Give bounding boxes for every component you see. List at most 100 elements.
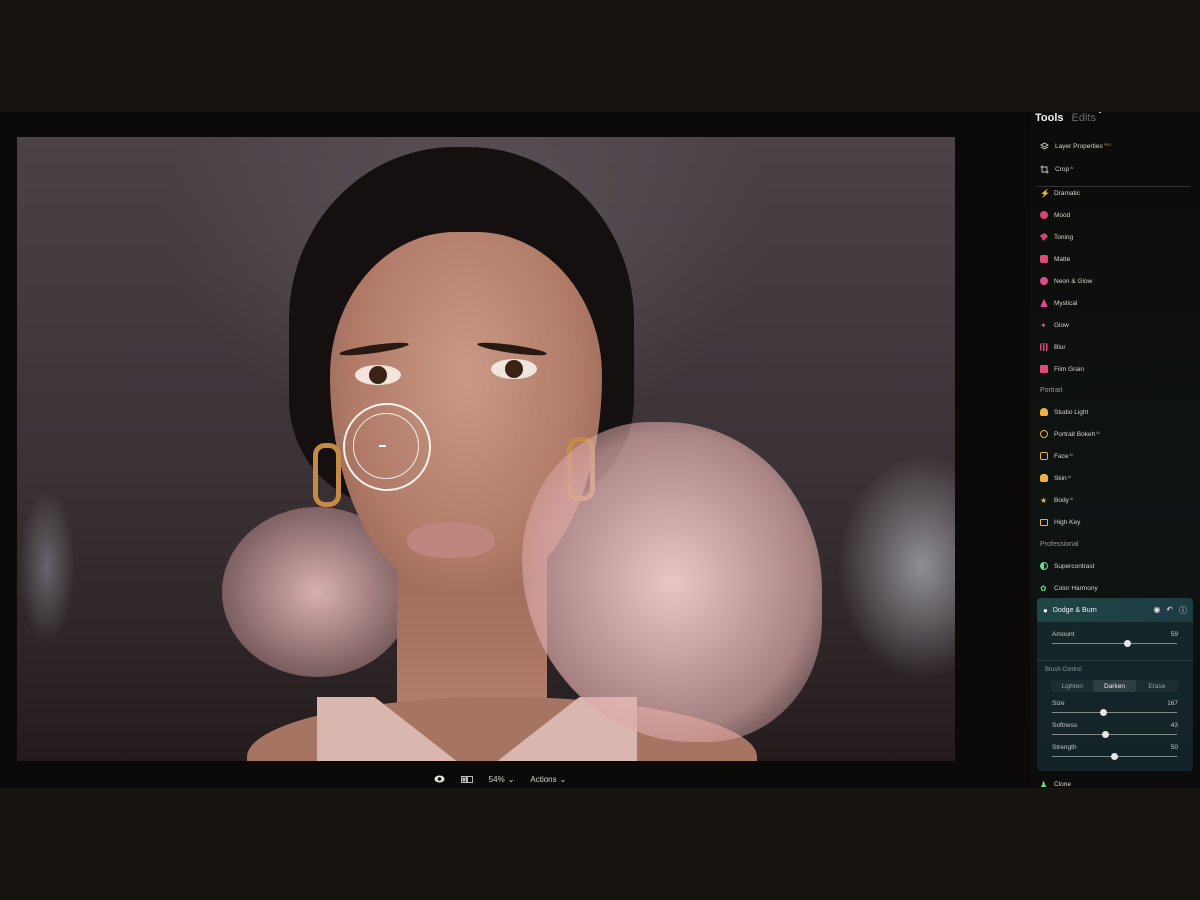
amount-slider[interactable] — [1052, 640, 1177, 647]
amount-label: Amount — [1052, 631, 1075, 638]
sidebar-item-label: Crop — [1055, 165, 1070, 173]
mode-darken[interactable]: Darken — [1093, 680, 1136, 692]
sidebar-item-supercontrast[interactable]: Supercontrast — [1040, 558, 1094, 574]
softness-label: Softness — [1052, 722, 1078, 729]
sidebar-item-film-grain[interactable]: Film Grain — [1040, 361, 1084, 377]
info-icon[interactable]: ⓘ — [1179, 605, 1187, 616]
sidebar-item-label: Body — [1054, 496, 1069, 504]
bokeh-icon — [1040, 430, 1048, 438]
sidebar-item-label: Color Harmony — [1054, 584, 1098, 592]
ai-badge: AI — [1069, 452, 1073, 457]
high-key-icon — [1040, 518, 1048, 526]
panel-title: ● Dodge & Burn — [1037, 606, 1153, 615]
chevron-down-icon: ⌄ — [507, 774, 515, 784]
sidebar-item-label: Dramatic — [1054, 189, 1081, 197]
actions-dropdown[interactable]: Actions ⌄ — [530, 775, 566, 784]
layers-icon — [1040, 141, 1049, 150]
edits-indicator-dot — [1098, 112, 1101, 113]
sidebar-item-label: Mood — [1054, 211, 1071, 219]
sidebar-item-label: High Key — [1054, 518, 1081, 526]
sidebar-item-portrait-bokeh[interactable]: Portrait BokehAI — [1040, 426, 1100, 442]
eye-icon — [434, 775, 445, 783]
body-icon: ★ — [1040, 495, 1048, 505]
size-slider[interactable] — [1052, 709, 1177, 716]
photo-earring-left — [313, 443, 341, 507]
blur-icon — [1040, 343, 1048, 351]
strength-slider-thumb[interactable] — [1111, 753, 1118, 760]
sidebar-item-blur[interactable]: Blur — [1040, 339, 1066, 355]
sidebar-item-label: Clone — [1054, 780, 1071, 788]
sidebar-item-label: Skin — [1054, 474, 1067, 482]
tab-edits[interactable]: Edits — [1072, 112, 1101, 124]
preview-toggle[interactable] — [434, 775, 445, 783]
film-grain-icon — [1040, 365, 1048, 373]
brush-mode-selector: Lighten Darken Erase — [1051, 680, 1178, 692]
strength-label: Strength — [1052, 744, 1077, 751]
dodge-burn-panel: ● Dodge & Burn ◉ ↶ ⓘ Amount 59 Brush Con… — [1037, 598, 1193, 771]
sidebar-item-mystical[interactable]: Mystical — [1040, 295, 1077, 311]
sidebar-item-label: Glow — [1054, 321, 1069, 329]
sidebar-item-dramatic[interactable]: ⚡ Dramatic — [1040, 185, 1080, 201]
photo-lips — [407, 522, 495, 558]
sidebar-item-label: Layer Properties — [1055, 142, 1103, 150]
clone-icon: ♟ — [1040, 779, 1048, 789]
photo-eye-left — [355, 365, 401, 385]
pro-badge: PRO — [1103, 142, 1112, 147]
zoom-dropdown[interactable]: 54% ⌄ — [489, 775, 515, 784]
mode-lighten[interactable]: Lighten — [1051, 680, 1093, 692]
compare-button[interactable] — [460, 775, 473, 783]
sidebar-item-label: Face — [1054, 452, 1069, 460]
mode-erase[interactable]: Erase — [1136, 680, 1178, 692]
bolt-icon: ⚡ — [1040, 188, 1050, 198]
undo-icon[interactable]: ↶ — [1166, 605, 1173, 616]
sidebar-item-clone[interactable]: ♟ Clone — [1040, 776, 1071, 789]
sidebar-item-matte[interactable]: Matte — [1040, 251, 1070, 267]
ai-badge: AI — [1070, 165, 1074, 170]
photo-canvas[interactable] — [17, 137, 955, 761]
sidebar-item-studio-light[interactable]: Studio Light — [1040, 404, 1088, 420]
section-label-professional: Professional — [1040, 541, 1079, 548]
sidebar-item-label: Toning — [1054, 233, 1074, 241]
sidebar-item-mood[interactable]: Mood — [1040, 207, 1070, 223]
sidebar-item-label: Neon & Glow — [1054, 277, 1093, 285]
brush-control-label: Brush Control — [1045, 667, 1082, 673]
sidebar-item-label: Matte — [1054, 255, 1071, 263]
photo-eye-right — [491, 359, 537, 379]
sidebar-item-label: Studio Light — [1054, 408, 1089, 416]
size-label: Size — [1052, 700, 1065, 707]
strength-slider[interactable] — [1052, 753, 1177, 760]
glow-icon: ✦ — [1040, 320, 1047, 330]
softness-slider[interactable] — [1052, 731, 1177, 738]
section-label-portrait: Portrait — [1040, 387, 1063, 394]
mystical-icon — [1040, 299, 1048, 307]
skin-icon — [1040, 474, 1048, 482]
sidebar-item-body[interactable]: ★ BodyAI — [1040, 492, 1073, 508]
sidebar-tabs: Tools Edits — [1035, 112, 1101, 124]
sidebar-item-skin[interactable]: SkinAI — [1040, 470, 1071, 486]
sidebar-item-color-harmony[interactable]: ✿ Color Harmony — [1040, 580, 1098, 596]
tab-tools[interactable]: Tools — [1035, 112, 1064, 124]
dodge-burn-header[interactable]: ● Dodge & Burn ◉ ↶ ⓘ — [1037, 598, 1193, 622]
size-slider-thumb[interactable] — [1099, 709, 1107, 716]
face-icon — [1040, 452, 1048, 460]
drop-icon: ● — [1043, 605, 1048, 615]
sidebar-item-label: Film Grain — [1054, 365, 1084, 373]
brush-cursor-minus — [379, 445, 386, 447]
sidebar-item-face[interactable]: FaceAI — [1040, 448, 1073, 464]
sidebar-item-toning[interactable]: Toning — [1040, 229, 1073, 245]
softness-slider-thumb[interactable] — [1102, 731, 1110, 738]
tools-sidebar: Tools Edits Layer PropertiesPRO CropAI ⚡… — [1030, 112, 1200, 788]
sidebar-item-neon-glow[interactable]: Neon & Glow — [1040, 273, 1092, 289]
bottom-toolbar: 54% ⌄ Actions ⌄ — [0, 770, 1000, 788]
amount-slider-thumb[interactable] — [1124, 640, 1131, 647]
sidebar-item-crop[interactable]: CropAI — [1040, 161, 1073, 177]
ai-badge: AI — [1096, 430, 1100, 435]
sidebar-item-glow[interactable]: ✦ Glow — [1040, 317, 1069, 333]
panel-divider — [1037, 660, 1193, 661]
crop-icon — [1040, 165, 1049, 173]
panel-header-actions: ◉ ↶ ⓘ — [1153, 605, 1193, 616]
photo-ruffle-right — [522, 422, 822, 742]
sidebar-item-layer-properties[interactable]: Layer PropertiesPRO — [1040, 138, 1111, 154]
visibility-eye-icon[interactable]: ◉ — [1153, 605, 1160, 616]
sidebar-item-high-key[interactable]: High Key — [1040, 514, 1080, 530]
